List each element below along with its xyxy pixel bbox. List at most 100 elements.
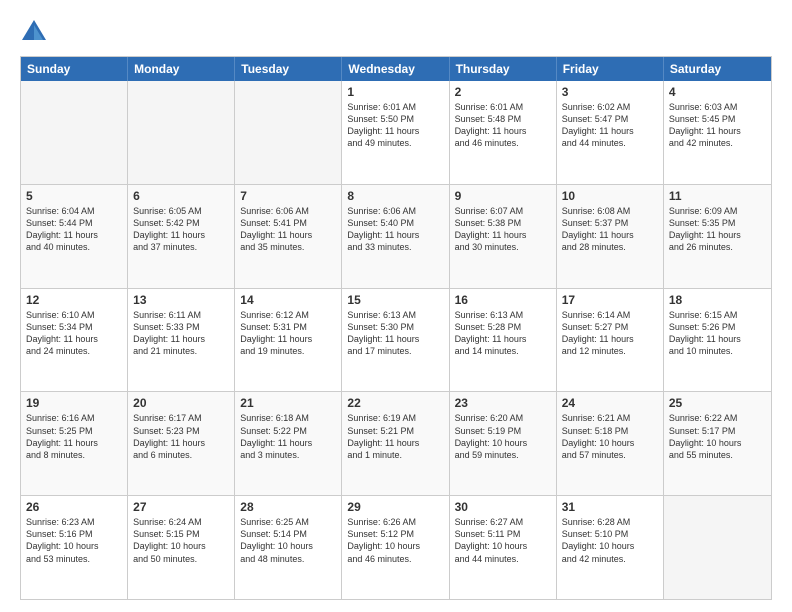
header bbox=[20, 18, 772, 46]
cell-text: Sunrise: 6:12 AM Sunset: 5:31 PM Dayligh… bbox=[240, 309, 336, 358]
cell-text: Sunrise: 6:28 AM Sunset: 5:10 PM Dayligh… bbox=[562, 516, 658, 565]
cell-text: Sunrise: 6:08 AM Sunset: 5:37 PM Dayligh… bbox=[562, 205, 658, 254]
calendar-cell: 28 Sunrise: 6:25 AM Sunset: 5:14 PM Dayli… bbox=[235, 496, 342, 599]
cell-text: Sunrise: 6:25 AM Sunset: 5:14 PM Dayligh… bbox=[240, 516, 336, 565]
cell-text: Sunrise: 6:21 AM Sunset: 5:18 PM Dayligh… bbox=[562, 412, 658, 461]
calendar-cell: 17Sunrise: 6:14 AM Sunset: 5:27 PM Dayli… bbox=[557, 289, 664, 392]
calendar-cell: 4 Sunrise: 6:03 AM Sunset: 5:45 PM Daylig… bbox=[664, 81, 771, 184]
cell-text: Sunrise: 6:23 AM Sunset: 5:16 PM Dayligh… bbox=[26, 516, 122, 565]
header-cell-tuesday: Tuesday bbox=[235, 57, 342, 81]
cell-text: Sunrise: 6:03 AM Sunset: 5:45 PM Dayligh… bbox=[669, 101, 766, 150]
cell-text: Sunrise: 6:14 AM Sunset: 5:27 PM Dayligh… bbox=[562, 309, 658, 358]
cell-text: Sunrise: 6:22 AM Sunset: 5:17 PM Dayligh… bbox=[669, 412, 766, 461]
calendar-cell: 25 Sunrise: 6:22 AM Sunset: 5:17 PM Dayli… bbox=[664, 392, 771, 495]
calendar-cell: 16 Sunrise: 6:13 AM Sunset: 5:28 PM Dayli… bbox=[450, 289, 557, 392]
calendar-cell: 8 Sunrise: 6:06 AM Sunset: 5:40 PM Daylig… bbox=[342, 185, 449, 288]
day-number: 25 bbox=[669, 396, 766, 410]
cell-text: Sunrise: 6:24 AM Sunset: 5:15 PM Dayligh… bbox=[133, 516, 229, 565]
header-cell-thursday: Thursday bbox=[450, 57, 557, 81]
cell-text: Sunrise: 6:16 AM Sunset: 5:25 PM Dayligh… bbox=[26, 412, 122, 461]
calendar-row: 5Sunrise: 6:04 AM Sunset: 5:44 PM Daylig… bbox=[21, 185, 771, 289]
calendar-cell: 10 Sunrise: 6:08 AM Sunset: 5:37 PM Dayli… bbox=[557, 185, 664, 288]
calendar-header: SundayMondayTuesdayWednesdayThursdayFrid… bbox=[21, 57, 771, 81]
cell-text: Sunrise: 6:20 AM Sunset: 5:19 PM Dayligh… bbox=[455, 412, 551, 461]
day-number: 15 bbox=[347, 293, 443, 307]
day-number: 14 bbox=[240, 293, 336, 307]
day-number: 12 bbox=[26, 293, 122, 307]
calendar-cell: 30Sunrise: 6:27 AM Sunset: 5:11 PM Dayli… bbox=[450, 496, 557, 599]
day-number: 21 bbox=[240, 396, 336, 410]
calendar-cell: 22Sunrise: 6:19 AM Sunset: 5:21 PM Dayli… bbox=[342, 392, 449, 495]
day-number: 24 bbox=[562, 396, 658, 410]
calendar-cell: 19 Sunrise: 6:16 AM Sunset: 5:25 PM Dayli… bbox=[21, 392, 128, 495]
header-cell-saturday: Saturday bbox=[664, 57, 771, 81]
day-number: 29 bbox=[347, 500, 443, 514]
cell-text: Sunrise: 6:06 AM Sunset: 5:41 PM Dayligh… bbox=[240, 205, 336, 254]
day-number: 26 bbox=[26, 500, 122, 514]
calendar-cell: 5Sunrise: 6:04 AM Sunset: 5:44 PM Daylig… bbox=[21, 185, 128, 288]
cell-text: Sunrise: 6:11 AM Sunset: 5:33 PM Dayligh… bbox=[133, 309, 229, 358]
day-number: 13 bbox=[133, 293, 229, 307]
calendar-row: 19 Sunrise: 6:16 AM Sunset: 5:25 PM Dayli… bbox=[21, 392, 771, 496]
day-number: 9 bbox=[455, 189, 551, 203]
cell-text: Sunrise: 6:17 AM Sunset: 5:23 PM Dayligh… bbox=[133, 412, 229, 461]
calendar-cell: 11 Sunrise: 6:09 AM Sunset: 5:35 PM Dayli… bbox=[664, 185, 771, 288]
day-number: 6 bbox=[133, 189, 229, 203]
cell-text: Sunrise: 6:26 AM Sunset: 5:12 PM Dayligh… bbox=[347, 516, 443, 565]
day-number: 11 bbox=[669, 189, 766, 203]
calendar-cell: 12 Sunrise: 6:10 AM Sunset: 5:34 PM Dayli… bbox=[21, 289, 128, 392]
calendar-cell: 31Sunrise: 6:28 AM Sunset: 5:10 PM Dayli… bbox=[557, 496, 664, 599]
day-number: 2 bbox=[455, 85, 551, 99]
logo bbox=[20, 18, 52, 46]
calendar-cell: 26 Sunrise: 6:23 AM Sunset: 5:16 PM Dayli… bbox=[21, 496, 128, 599]
calendar-cell: 27Sunrise: 6:24 AM Sunset: 5:15 PM Dayli… bbox=[128, 496, 235, 599]
calendar-cell bbox=[21, 81, 128, 184]
calendar-body: 1Sunrise: 6:01 AM Sunset: 5:50 PM Daylig… bbox=[21, 81, 771, 599]
cell-text: Sunrise: 6:06 AM Sunset: 5:40 PM Dayligh… bbox=[347, 205, 443, 254]
calendar-row: 1Sunrise: 6:01 AM Sunset: 5:50 PM Daylig… bbox=[21, 81, 771, 185]
calendar-cell: 14 Sunrise: 6:12 AM Sunset: 5:31 PM Dayli… bbox=[235, 289, 342, 392]
calendar-cell: 2Sunrise: 6:01 AM Sunset: 5:48 PM Daylig… bbox=[450, 81, 557, 184]
day-number: 19 bbox=[26, 396, 122, 410]
calendar-cell: 24 Sunrise: 6:21 AM Sunset: 5:18 PM Dayli… bbox=[557, 392, 664, 495]
day-number: 5 bbox=[26, 189, 122, 203]
day-number: 16 bbox=[455, 293, 551, 307]
header-cell-friday: Friday bbox=[557, 57, 664, 81]
day-number: 10 bbox=[562, 189, 658, 203]
day-number: 8 bbox=[347, 189, 443, 203]
cell-text: Sunrise: 6:07 AM Sunset: 5:38 PM Dayligh… bbox=[455, 205, 551, 254]
day-number: 23 bbox=[455, 396, 551, 410]
day-number: 30 bbox=[455, 500, 551, 514]
cell-text: Sunrise: 6:05 AM Sunset: 5:42 PM Dayligh… bbox=[133, 205, 229, 254]
day-number: 20 bbox=[133, 396, 229, 410]
day-number: 4 bbox=[669, 85, 766, 99]
day-number: 3 bbox=[562, 85, 658, 99]
calendar-cell bbox=[664, 496, 771, 599]
day-number: 1 bbox=[347, 85, 443, 99]
cell-text: Sunrise: 6:10 AM Sunset: 5:34 PM Dayligh… bbox=[26, 309, 122, 358]
calendar-cell: 29 Sunrise: 6:26 AM Sunset: 5:12 PM Dayli… bbox=[342, 496, 449, 599]
day-number: 18 bbox=[669, 293, 766, 307]
cell-text: Sunrise: 6:13 AM Sunset: 5:28 PM Dayligh… bbox=[455, 309, 551, 358]
cell-text: Sunrise: 6:09 AM Sunset: 5:35 PM Dayligh… bbox=[669, 205, 766, 254]
logo-icon bbox=[20, 18, 48, 46]
calendar: SundayMondayTuesdayWednesdayThursdayFrid… bbox=[20, 56, 772, 600]
calendar-cell: 20 Sunrise: 6:17 AM Sunset: 5:23 PM Dayli… bbox=[128, 392, 235, 495]
day-number: 28 bbox=[240, 500, 336, 514]
calendar-cell: 3 Sunrise: 6:02 AM Sunset: 5:47 PM Daylig… bbox=[557, 81, 664, 184]
page: SundayMondayTuesdayWednesdayThursdayFrid… bbox=[0, 0, 792, 612]
cell-text: Sunrise: 6:02 AM Sunset: 5:47 PM Dayligh… bbox=[562, 101, 658, 150]
cell-text: Sunrise: 6:15 AM Sunset: 5:26 PM Dayligh… bbox=[669, 309, 766, 358]
calendar-cell: 1Sunrise: 6:01 AM Sunset: 5:50 PM Daylig… bbox=[342, 81, 449, 184]
calendar-row: 26 Sunrise: 6:23 AM Sunset: 5:16 PM Dayli… bbox=[21, 496, 771, 599]
calendar-cell: 18 Sunrise: 6:15 AM Sunset: 5:26 PM Dayli… bbox=[664, 289, 771, 392]
calendar-cell bbox=[235, 81, 342, 184]
header-cell-sunday: Sunday bbox=[21, 57, 128, 81]
calendar-cell: 6 Sunrise: 6:05 AM Sunset: 5:42 PM Daylig… bbox=[128, 185, 235, 288]
cell-text: Sunrise: 6:18 AM Sunset: 5:22 PM Dayligh… bbox=[240, 412, 336, 461]
calendar-cell: 15 Sunrise: 6:13 AM Sunset: 5:30 PM Dayli… bbox=[342, 289, 449, 392]
calendar-cell: 7Sunrise: 6:06 AM Sunset: 5:41 PM Daylig… bbox=[235, 185, 342, 288]
calendar-row: 12 Sunrise: 6:10 AM Sunset: 5:34 PM Dayli… bbox=[21, 289, 771, 393]
header-cell-monday: Monday bbox=[128, 57, 235, 81]
cell-text: Sunrise: 6:13 AM Sunset: 5:30 PM Dayligh… bbox=[347, 309, 443, 358]
